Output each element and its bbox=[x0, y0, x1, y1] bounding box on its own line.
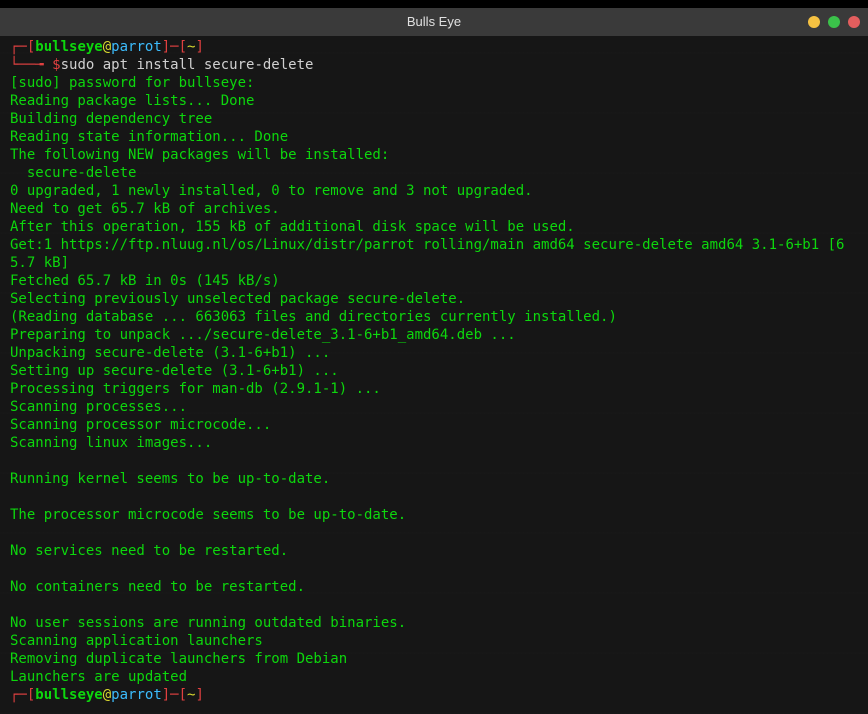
prompt-line-2-top: ┌─[bullseye@parrot]─[~] bbox=[10, 686, 858, 704]
prompt-line-1-top: ┌─[bullseye@parrot]─[~] bbox=[10, 38, 858, 56]
desktop-taskbar bbox=[0, 0, 868, 8]
output-line: Launchers are updated bbox=[10, 668, 858, 686]
output-line: Preparing to unpack .../secure-delete_3.… bbox=[10, 326, 858, 344]
output-line: No containers need to be restarted. bbox=[10, 578, 858, 596]
output-line: (Reading database ... 663063 files and d… bbox=[10, 308, 858, 326]
output-line: Processing triggers for man-db (2.9.1-1)… bbox=[10, 380, 858, 398]
output-line: No services need to be restarted. bbox=[10, 542, 858, 560]
output-line: Fetched 65.7 kB in 0s (145 kB/s) bbox=[10, 272, 858, 290]
output-line: secure-delete bbox=[10, 164, 858, 182]
output-line: No user sessions are running outdated bi… bbox=[10, 614, 858, 632]
output-line: After this operation, 155 kB of addition… bbox=[10, 218, 858, 236]
output-line bbox=[10, 488, 858, 506]
output-line: Scanning processes... bbox=[10, 398, 858, 416]
maximize-button[interactable] bbox=[828, 16, 840, 28]
output-line: The following NEW packages will be insta… bbox=[10, 146, 858, 164]
prompt-line-1-bottom: └──╼ $sudo apt install secure-delete bbox=[10, 56, 858, 74]
close-button[interactable] bbox=[848, 16, 860, 28]
output-line bbox=[10, 596, 858, 614]
terminal-output: [sudo] password for bullseye:Reading pac… bbox=[10, 74, 858, 686]
output-line: [sudo] password for bullseye: bbox=[10, 74, 858, 92]
output-line: Unpacking secure-delete (3.1-6+b1) ... bbox=[10, 344, 858, 362]
window-title: Bulls Eye bbox=[407, 13, 461, 31]
output-line: Scanning application launchers bbox=[10, 632, 858, 650]
output-line: Scanning linux images... bbox=[10, 434, 858, 452]
output-line: Running kernel seems to be up-to-date. bbox=[10, 470, 858, 488]
terminal-content[interactable]: ┌─[bullseye@parrot]─[~] └──╼ $sudo apt i… bbox=[0, 36, 868, 706]
output-line bbox=[10, 560, 858, 578]
window-controls bbox=[808, 16, 860, 28]
output-line bbox=[10, 524, 858, 542]
output-line: Setting up secure-delete (3.1-6+b1) ... bbox=[10, 362, 858, 380]
window-titlebar[interactable]: Bulls Eye bbox=[0, 8, 868, 36]
output-line: Get:1 https://ftp.nluug.nl/os/Linux/dist… bbox=[10, 236, 858, 272]
output-line bbox=[10, 452, 858, 470]
output-line: Reading state information... Done bbox=[10, 128, 858, 146]
output-line: Selecting previously unselected package … bbox=[10, 290, 858, 308]
output-line: Reading package lists... Done bbox=[10, 92, 858, 110]
output-line: Building dependency tree bbox=[10, 110, 858, 128]
output-line: Need to get 65.7 kB of archives. bbox=[10, 200, 858, 218]
output-line: 0 upgraded, 1 newly installed, 0 to remo… bbox=[10, 182, 858, 200]
output-line: The processor microcode seems to be up-t… bbox=[10, 506, 858, 524]
output-line: Scanning processor microcode... bbox=[10, 416, 858, 434]
output-line: Removing duplicate launchers from Debian bbox=[10, 650, 858, 668]
minimize-button[interactable] bbox=[808, 16, 820, 28]
command-text: sudo apt install secure-delete bbox=[61, 57, 314, 73]
